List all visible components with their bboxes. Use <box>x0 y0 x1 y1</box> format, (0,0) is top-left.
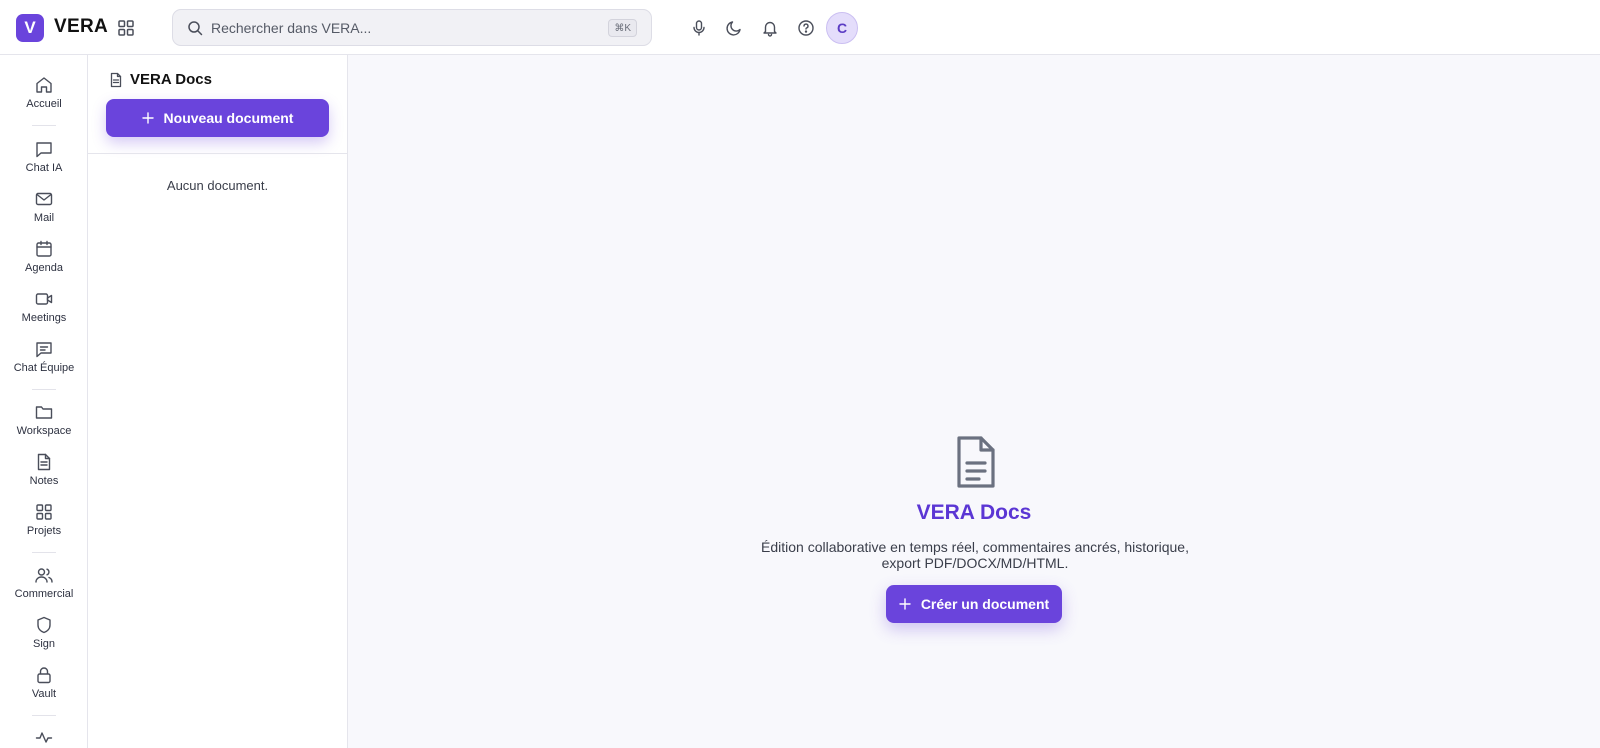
user-avatar[interactable]: C <box>826 12 858 44</box>
create-document-button[interactable]: Créer un document <box>886 585 1062 623</box>
new-document-label: Nouveau document <box>163 110 294 126</box>
rail-item-accueil[interactable]: Accueil <box>0 75 87 123</box>
search-icon <box>187 20 203 36</box>
rail-item-workspace[interactable]: Workspace <box>0 402 87 450</box>
rail-item-more[interactable] <box>0 727 87 748</box>
folder-icon <box>34 402 54 422</box>
rail-label: Commercial <box>14 588 74 600</box>
rail-label: Chat IA <box>25 162 63 174</box>
grid-icon <box>34 502 54 522</box>
plus-icon <box>899 598 911 610</box>
rail-label: Vault <box>31 688 57 700</box>
rail-item-commercial[interactable]: Commercial <box>0 565 87 613</box>
users-icon <box>34 565 54 585</box>
apps-grid-icon[interactable] <box>117 19 135 37</box>
plus-icon <box>141 112 154 124</box>
rail-divider <box>32 552 56 553</box>
main-content: VERA Docs Édition collaborative en temps… <box>348 55 1600 748</box>
rail-label: Agenda <box>25 262 63 274</box>
search-bar[interactable]: ⌘K <box>172 9 652 46</box>
note-icon <box>34 452 54 472</box>
rail-label: Accueil <box>26 98 62 110</box>
rail-item-chat-equipe[interactable]: Chat Équipe <box>0 339 87 387</box>
docs-panel: VERA Docs Nouveau document Aucun documen… <box>88 55 348 748</box>
rail-item-sign[interactable]: Sign <box>0 615 87 663</box>
video-icon <box>34 289 54 309</box>
moon-icon[interactable] <box>725 19 743 37</box>
rail-item-vault[interactable]: Vault <box>0 665 87 713</box>
panel-title: VERA Docs <box>130 71 212 88</box>
rail-item-notes[interactable]: Notes <box>0 452 87 500</box>
app-logo[interactable]: V <box>16 14 44 42</box>
rail-divider <box>32 125 56 126</box>
home-icon <box>34 75 54 95</box>
rail-label: Mail <box>33 212 55 224</box>
rail-item-meetings[interactable]: Meetings <box>0 289 87 337</box>
rail-item-agenda[interactable]: Agenda <box>0 239 87 287</box>
activity-icon <box>34 727 54 747</box>
rail-label: Meetings <box>21 312 67 324</box>
rail-item-chat-ia[interactable]: Chat IA <box>0 139 87 187</box>
app-name[interactable]: VERA <box>54 16 108 38</box>
rail-label: Chat Équipe <box>13 362 75 374</box>
panel-divider <box>88 153 347 154</box>
create-document-label: Créer un document <box>920 596 1050 612</box>
top-bar: V VERA ⌘K C <box>0 0 1600 55</box>
calendar-icon <box>34 239 54 259</box>
mail-icon <box>34 189 54 209</box>
search-input[interactable] <box>211 10 571 45</box>
chat-icon <box>34 139 54 159</box>
shortcut-badge: ⌘K <box>608 19 637 37</box>
bell-icon[interactable] <box>761 19 779 37</box>
microphone-icon[interactable] <box>690 19 708 37</box>
rail-label: Projets <box>26 525 62 537</box>
lock-icon <box>34 665 54 685</box>
document-icon <box>108 72 124 88</box>
rail-label: Workspace <box>16 425 72 437</box>
description-line: Édition collaborative en temps réel, com… <box>761 539 1189 555</box>
rail-label: Notes <box>29 475 59 487</box>
rail-item-mail[interactable]: Mail <box>0 189 87 237</box>
document-icon <box>951 435 999 489</box>
shield-icon <box>34 615 54 635</box>
help-icon[interactable] <box>797 19 815 37</box>
description-line: export PDF/DOCX/MD/HTML. <box>881 555 1069 571</box>
empty-state-title: VERA Docs <box>916 501 1032 524</box>
app-rail: Accueil Chat IA Mail Agenda Meetings Cha… <box>0 55 88 748</box>
empty-list-message: Aucun document. <box>166 178 269 193</box>
rail-divider <box>32 389 56 390</box>
new-document-button[interactable]: Nouveau document <box>106 99 329 137</box>
team-chat-icon <box>34 339 54 359</box>
rail-divider <box>32 715 56 716</box>
rail-label: Sign <box>32 638 56 650</box>
empty-state-description: Édition collaborative en temps réel, com… <box>750 539 1200 571</box>
rail-item-projets[interactable]: Projets <box>0 502 87 550</box>
